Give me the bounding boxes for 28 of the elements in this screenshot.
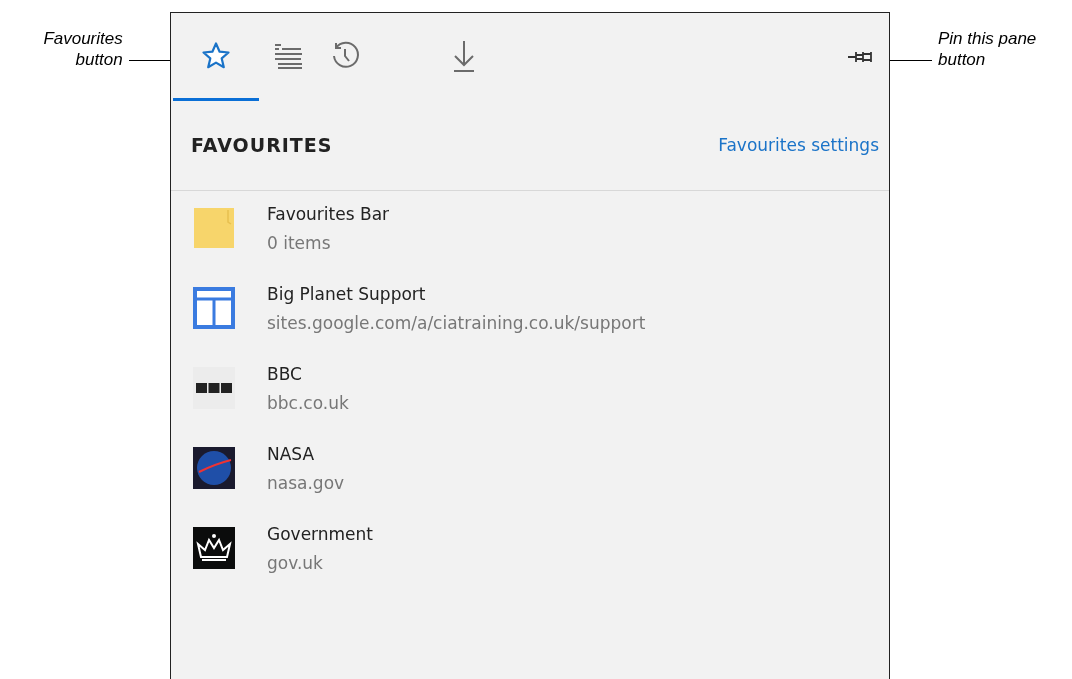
star-icon — [201, 40, 231, 71]
crown-icon — [193, 527, 235, 569]
folder-icon — [193, 207, 235, 249]
favourite-item[interactable]: BBC bbc.co.uk — [171, 351, 889, 431]
leader-line — [128, 60, 170, 61]
callout-label: Favourites button — [42, 28, 123, 70]
settings-link[interactable]: Favourites settings — [718, 132, 879, 159]
favourite-item[interactable]: Favourites Bar 0 items — [171, 191, 889, 271]
favourite-item[interactable]: Government gov.uk — [171, 511, 889, 591]
callout-label: Pin this pane button — [938, 28, 1038, 70]
item-title: Big Planet Support — [267, 283, 426, 306]
item-address: 0 items — [267, 232, 331, 255]
item-address: nasa.gov — [267, 472, 345, 495]
item-title: Government — [267, 523, 374, 546]
pane-title: FAVOURITES — [191, 133, 333, 159]
item-title: BBC — [267, 363, 302, 386]
globe-icon — [193, 447, 235, 489]
item-address: sites.google.com/a/ciatraining.co.uk/support — [267, 312, 646, 335]
download-icon — [451, 38, 477, 73]
layout-icon — [193, 287, 235, 329]
favourite-item[interactable]: NASA nasa.gov — [171, 431, 889, 511]
item-address: bbc.co.uk — [267, 392, 349, 415]
blocks-icon — [193, 367, 235, 409]
item-address: gov.uk — [267, 552, 323, 575]
favourite-item[interactable]: Big Planet Support sites.google.com/a/ciatraining.co.uk/support — [171, 271, 889, 351]
item-title: NASA — [267, 443, 315, 466]
leader-line — [890, 60, 932, 61]
item-title: Favourites Bar — [267, 203, 390, 226]
